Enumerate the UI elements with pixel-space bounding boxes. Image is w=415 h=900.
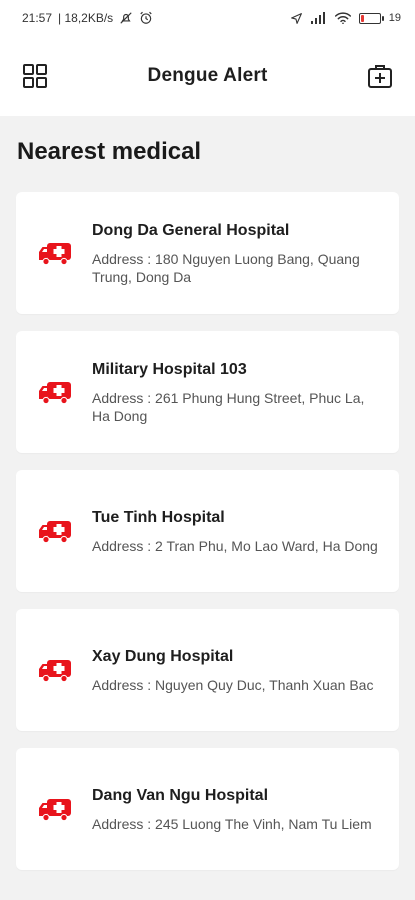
- hospital-name: Xay Dung Hospital: [92, 648, 234, 665]
- hospital-name: Tue Tinh Hospital: [92, 509, 225, 526]
- battery-percent: 19: [388, 12, 401, 24]
- hospital-address: Address : 261 Phung Hung Street, Phuc La…: [92, 390, 365, 424]
- main-content: Nearest medical Dong Da General Hospital…: [0, 116, 415, 900]
- status-right: 19: [290, 12, 401, 25]
- location-arrow-icon: [290, 12, 303, 25]
- hospital-card[interactable]: Military Hospital 103 Address : 261 Phun…: [16, 331, 399, 453]
- hospital-list: Dong Da General Hospital Address : 180 N…: [16, 192, 399, 870]
- mute-icon: [119, 11, 133, 25]
- hospital-address: Address : 245 Luong The Vinh, Nam Tu Lie…: [92, 816, 372, 832]
- section-title: Nearest medical: [17, 138, 202, 165]
- battery-level: [360, 14, 365, 22]
- medical-kit-icon: [368, 65, 392, 88]
- hospital-card[interactable]: Dang Van Ngu Hospital Address : 245 Luon…: [16, 748, 399, 870]
- hospital-address: Address : 180 Nguyen Luong Bang, Quang T…: [92, 251, 360, 285]
- grid-menu-icon: [23, 64, 47, 88]
- ambulance-icon: [38, 239, 72, 267]
- app-bar: Dengue Alert: [0, 36, 415, 116]
- page-title: Dengue Alert: [147, 65, 268, 86]
- ambulance-icon: [38, 656, 72, 684]
- wifi-icon: [334, 12, 351, 24]
- hospital-card[interactable]: Xay Dung Hospital Address : Nguyen Quy D…: [16, 609, 399, 731]
- ambulance-icon: [38, 517, 72, 545]
- hospital-name: Dong Da General Hospital: [92, 222, 290, 239]
- alarm-icon: [139, 11, 153, 25]
- hospital-name: Dang Van Ngu Hospital: [92, 787, 269, 804]
- grid-menu-button[interactable]: [20, 61, 50, 91]
- hospital-card[interactable]: Dong Da General Hospital Address : 180 N…: [16, 192, 399, 314]
- signal-icon: [310, 12, 327, 24]
- medical-kit-button[interactable]: [365, 61, 395, 91]
- hospital-name: Military Hospital 103: [92, 361, 247, 378]
- ambulance-icon: [38, 378, 72, 406]
- status-time: 21:57: [22, 11, 53, 25]
- status-bar: 21:57 | 18,2KB/s 19: [0, 0, 415, 36]
- battery-icon: [358, 12, 384, 24]
- hospital-address: Address : 2 Tran Phu, Mo Lao Ward, Ha Do…: [92, 538, 378, 554]
- network-speed: | 18,2KB/s: [58, 11, 114, 25]
- ambulance-icon: [38, 795, 72, 823]
- status-left: 21:57 | 18,2KB/s: [22, 11, 153, 25]
- hospital-address: Address : Nguyen Quy Duc, Thanh Xuan Bac: [92, 677, 374, 693]
- hospital-card[interactable]: Tue Tinh Hospital Address : 2 Tran Phu, …: [16, 470, 399, 592]
